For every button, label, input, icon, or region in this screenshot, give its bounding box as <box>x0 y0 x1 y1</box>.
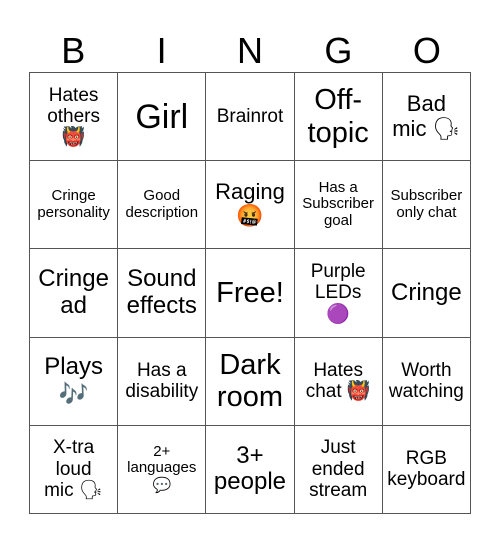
cell-text: chat 👹 <box>305 381 371 403</box>
bingo-cell[interactable]: Cringe ad <box>28 248 119 338</box>
cell-text: others <box>47 105 100 127</box>
cell-text: Hates <box>313 359 363 381</box>
cell-text: languages <box>127 459 197 477</box>
cell-text: Subscriber <box>302 195 374 213</box>
cell-text: RGB <box>405 448 447 470</box>
header-letter-n: N <box>237 30 264 71</box>
cell-text: ended <box>311 458 365 480</box>
cell-text: Girl <box>135 97 189 136</box>
bingo-cell[interactable]: Subscriber only chat <box>381 160 472 250</box>
bingo-cell[interactable]: Raging 🤬 <box>205 160 295 250</box>
bingo-cell[interactable]: 2+ languages 💬 <box>117 424 207 515</box>
cell-text: mic 🗣 <box>392 115 461 141</box>
cell-text: Raging <box>215 178 285 204</box>
bingo-cell[interactable]: RGB keyboard <box>381 424 472 515</box>
cell-text: Purple <box>310 261 366 283</box>
bingo-cell[interactable]: Off-topic <box>293 71 383 162</box>
cell-text: Has a <box>136 359 187 381</box>
cell-text: Just <box>320 437 356 459</box>
cell-text: Subscriber <box>390 186 463 204</box>
cell-text: keyboard <box>387 469 466 491</box>
cell-text: people <box>213 468 286 496</box>
bingo-cell[interactable]: Just ended stream <box>293 424 383 515</box>
bingo-cell[interactable]: Good description <box>117 160 207 250</box>
bingo-row: Cringe personality Good description Raging 🤬 H… <box>28 160 472 250</box>
bingo-cell[interactable]: Hates chat 👹 <box>293 336 383 426</box>
cell-text: effects <box>126 291 197 319</box>
cell-text: ad <box>60 291 87 319</box>
cell-emoji-icon: 💬 <box>152 476 172 495</box>
bingo-cell[interactable]: Girl <box>117 71 207 162</box>
cell-text: Off- <box>314 84 363 117</box>
bingo-cell[interactable]: Sound effects <box>117 248 207 338</box>
bingo-row: Hates others 👹 Girl Brainrot Off-topic Bad mic … <box>28 71 472 162</box>
bingo-cell[interactable]: Has a Subscriber goal <box>293 160 383 250</box>
bingo-row: X-tra loud mic 🗣 2+ languages 💬 3+ people Just en… <box>28 424 472 515</box>
header-letter-i: I <box>156 30 167 71</box>
cell-text: only chat <box>396 203 457 221</box>
bingo-cell[interactable]: Free! <box>205 248 295 338</box>
bingo-row: Plays 🎶 Has a disability Dark room Hates chat 👹… <box>28 336 472 426</box>
bingo-header: B I N G O <box>29 30 471 72</box>
header-letter-b: B <box>61 30 86 71</box>
cell-text: Cringe <box>38 265 109 293</box>
cell-text: personality <box>37 203 110 221</box>
cell-emoji-icon: 🟣 <box>326 302 350 325</box>
cell-text: disability <box>125 381 199 403</box>
cell-text: Cringe <box>51 186 96 204</box>
header-letter-o: O <box>412 30 441 71</box>
bingo-cell[interactable]: Purple LEDs 🟣 <box>293 248 383 338</box>
cell-text: Dark <box>219 348 281 381</box>
bingo-cell[interactable]: Bad mic 🗣 <box>381 71 472 162</box>
cell-text: Plays <box>44 352 103 380</box>
cell-text: Cringe <box>391 278 462 306</box>
cell-text: mic 🗣 <box>44 480 104 501</box>
cell-text: Free! <box>216 276 284 309</box>
cell-text: 2+ <box>153 442 171 460</box>
cell-text: watching <box>388 381 464 403</box>
bingo-cell[interactable]: Worth watching <box>381 336 472 426</box>
cell-text: Bad <box>406 90 446 116</box>
cell-text: loud <box>55 458 92 480</box>
bingo-cell[interactable]: Hates others 👹 <box>28 71 119 162</box>
header-letter-g: G <box>324 30 353 71</box>
cell-emoji-icon: 🎶 <box>58 379 89 408</box>
bingo-cell[interactable]: Dark room <box>205 336 295 426</box>
bingo-row: Cringe ad Sound effects Free! Purple LEDs 🟣 Crin… <box>28 248 472 338</box>
cell-emoji-icon: 🤬 <box>236 204 264 230</box>
cell-text: Brainrot <box>216 105 284 127</box>
bingo-cell[interactable]: Cringe <box>381 248 472 338</box>
cell-text: Sound <box>127 265 197 293</box>
bingo-cell[interactable]: Cringe personality <box>28 160 119 250</box>
cell-text: Worth <box>401 359 452 381</box>
cell-text: description <box>125 203 199 221</box>
bingo-cell[interactable]: Has a disability <box>117 336 207 426</box>
bingo-cell[interactable]: Plays 🎶 <box>28 336 119 426</box>
cell-text: room <box>216 381 283 414</box>
cell-text: 3+ <box>236 441 264 469</box>
cell-text: Good <box>143 186 181 204</box>
cell-text: Hates <box>48 84 99 106</box>
bingo-cell[interactable]: X-tra loud mic 🗣 <box>28 424 119 515</box>
cell-text: LEDs <box>314 282 362 304</box>
cell-text: goal <box>323 212 353 230</box>
bingo-card: Hates others 👹 Girl Brainrot Off-topic Bad mic … <box>28 71 472 515</box>
bingo-cell[interactable]: Brainrot <box>205 71 295 162</box>
cell-text: X-tra <box>53 437 95 459</box>
cell-emoji-icon: 👹 <box>61 126 86 149</box>
bingo-cell[interactable]: 3+ people <box>205 424 295 515</box>
cell-text: topic <box>307 116 369 149</box>
cell-text: stream <box>309 480 368 501</box>
cell-text: Has a <box>318 178 358 196</box>
